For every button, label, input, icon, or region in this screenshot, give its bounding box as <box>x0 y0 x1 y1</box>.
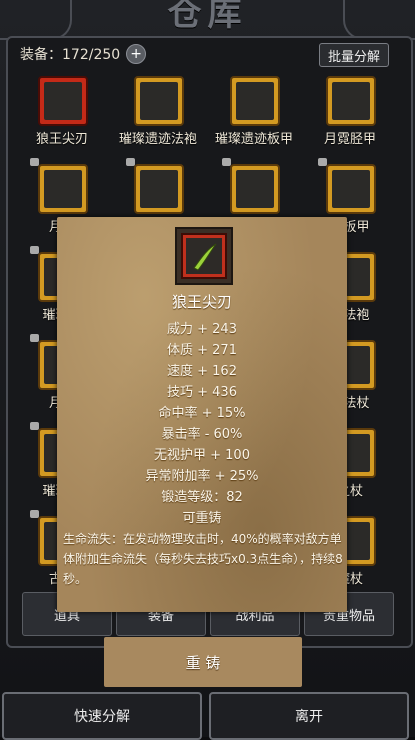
title-bar: 仓库 <box>0 0 415 40</box>
lock-icon <box>30 510 39 518</box>
lock-icon <box>30 158 39 166</box>
tooltip-description: 生命流失：在发动物理攻击时，40%的概率对敌方单体附加生命流失（每秒失去技巧x0… <box>63 532 343 586</box>
stat-skill: 技巧 + 436 <box>167 385 237 400</box>
item-icon <box>332 82 370 120</box>
inventory-slot[interactable]: 狼王尖刃 <box>14 70 110 162</box>
item-icon <box>236 170 274 208</box>
lock-icon <box>318 158 327 166</box>
frame-ornament-right <box>343 0 415 40</box>
item-icon-frame <box>38 164 88 214</box>
bulk-disassemble-button[interactable]: 批量分解 <box>319 43 389 67</box>
item-icon <box>44 170 82 208</box>
lock-icon <box>30 246 39 254</box>
app-frame: 仓库 装备：172/250 + 批量分解 狼王尖刃 璀璨遗迹法袍 璀璨遗迹板甲 月霓胫… <box>0 0 415 740</box>
stat-power: 威力 + 243 <box>167 322 237 337</box>
item-icon-frame <box>38 76 88 126</box>
frame-ornament-left <box>0 0 72 40</box>
expand-capacity-button[interactable]: + <box>126 44 147 64</box>
inventory-slot[interactable]: 璀璨遗迹板甲 <box>206 70 302 162</box>
item-icon <box>140 82 178 120</box>
item-name: 璀璨遗迹法袍 <box>118 132 197 147</box>
item-icon-frame <box>326 76 376 126</box>
tooltip-item-icon <box>175 227 233 285</box>
lock-icon <box>30 334 39 342</box>
bottom-bar: 快速分解 离开 <box>0 690 415 740</box>
stat-armor-ignore: 无视护甲 + 100 <box>154 448 250 463</box>
item-icon-frame <box>230 164 280 214</box>
stat-reforgeable: 可重铸 <box>182 511 222 526</box>
item-icon <box>332 170 370 208</box>
stat-constitution: 体质 + 271 <box>167 343 237 358</box>
stat-forge-level: 锻造等级：82 <box>161 490 243 505</box>
stat-crit-rate: 暴击率 - 60% <box>161 427 243 442</box>
equipment-capacity: 装备：172/250 <box>20 47 121 63</box>
stat-speed: 速度 + 162 <box>167 364 237 379</box>
capacity-row: 装备：172/250 + <box>20 42 147 66</box>
blade-icon <box>193 243 217 271</box>
item-name: 狼王尖刃 <box>35 132 88 147</box>
item-icon-frame <box>134 76 184 126</box>
page-title: 仓库 <box>167 0 248 34</box>
lock-icon <box>222 158 231 166</box>
lock-icon <box>30 422 39 430</box>
item-icon <box>140 170 178 208</box>
lock-icon <box>126 158 135 166</box>
tooltip-item-name: 狼王尖刃 <box>171 293 232 311</box>
item-icon <box>236 82 274 120</box>
item-icon <box>44 82 82 120</box>
leave-button[interactable]: 离开 <box>209 692 409 740</box>
item-tooltip: 狼王尖刃 威力 + 243 体质 + 271 速度 + 162 技巧 + 436… <box>57 217 347 612</box>
item-name: 月霓胫甲 <box>323 132 376 147</box>
item-icon-frame <box>134 164 184 214</box>
inventory-slot[interactable]: 璀璨遗迹法袍 <box>110 70 206 162</box>
item-icon-frame <box>230 76 280 126</box>
inventory-slot[interactable]: 月霓胫甲 <box>302 70 398 162</box>
item-name: 璀璨遗迹板甲 <box>214 132 293 147</box>
tooltip-stats: 威力 + 243 体质 + 271 速度 + 162 技巧 + 436 命中率 … <box>57 319 347 529</box>
stat-hit-rate: 命中率 + 15% <box>158 406 246 421</box>
quick-disassemble-button[interactable]: 快速分解 <box>2 692 202 740</box>
reforge-button[interactable]: 重 铸 <box>104 637 302 687</box>
stat-status-rate: 异常附加率 + 25% <box>145 469 259 484</box>
item-icon-frame <box>326 164 376 214</box>
